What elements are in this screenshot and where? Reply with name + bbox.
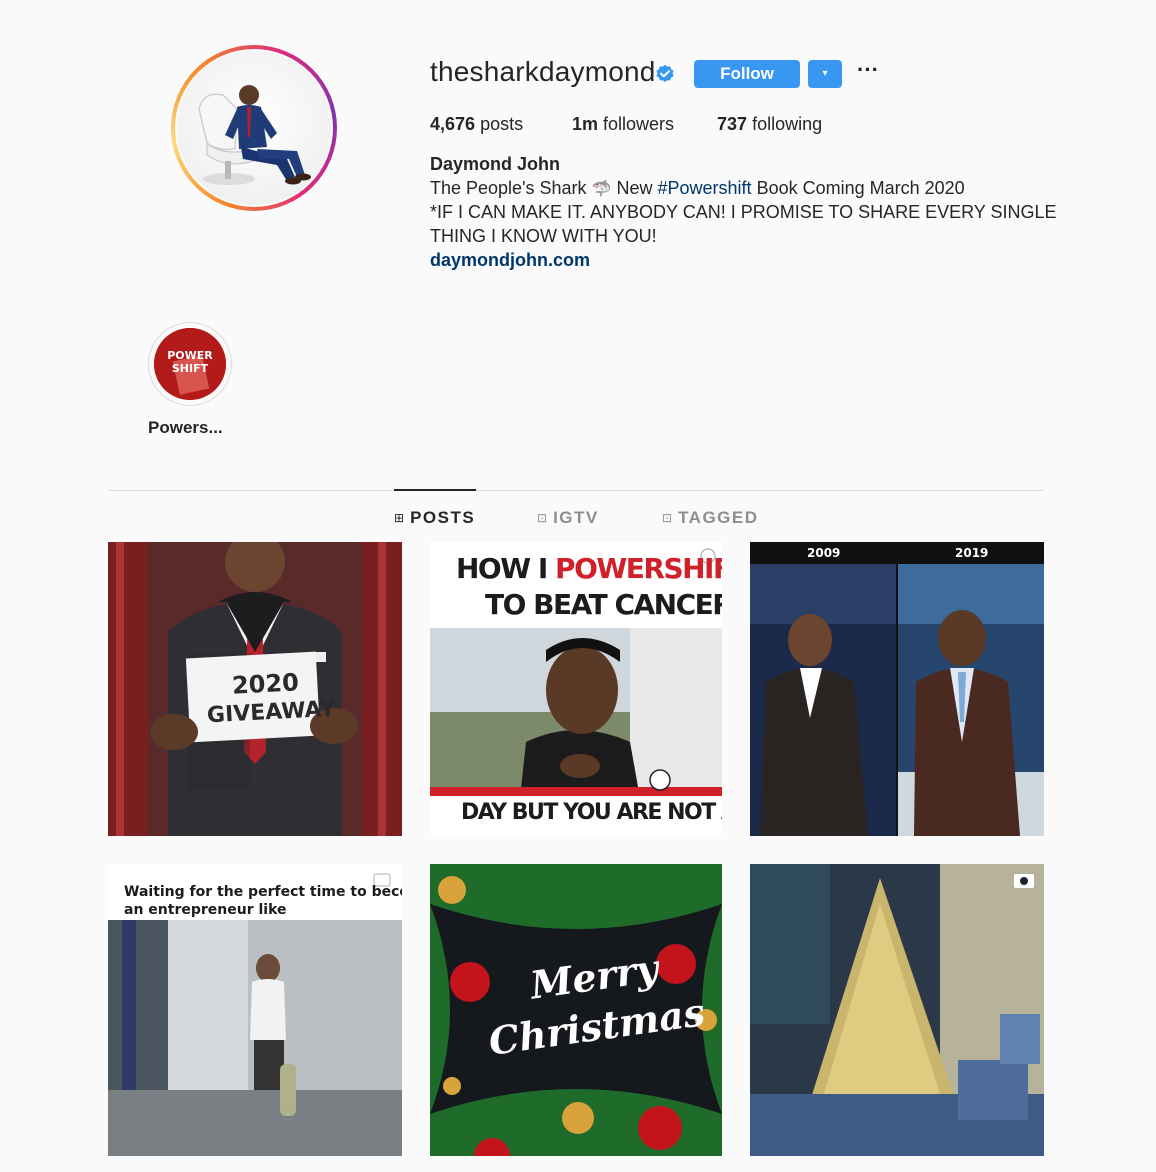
posts-count: 4,676 [430, 114, 476, 134]
follow-button[interactable]: Follow [694, 60, 800, 88]
post-caption-line2: an entrepreneur like [124, 902, 287, 918]
hashtag-link[interactable]: #Powershift [658, 178, 752, 198]
caption-highlight: POWERSHIFTED [555, 552, 722, 585]
more-options-button[interactable]: ··· [856, 57, 880, 88]
caption-text: HOW I [456, 552, 556, 585]
bio-text: The People's Shark [430, 178, 587, 198]
profile-username: thesharkdaymond [430, 56, 656, 87]
post-year-right: 2019 [955, 546, 989, 560]
grid-icon: ⊞ [394, 511, 405, 525]
followers-count: 1m [572, 114, 599, 134]
tagged-icon: ⊡ [662, 511, 673, 525]
profile-full-name: Daymond John [430, 154, 561, 174]
tab-label: TAGGED [678, 508, 759, 527]
igtv-icon: ⊡ [537, 511, 548, 525]
chevron-down-icon: ▾ [822, 68, 828, 79]
post-caption-line1: Waiting for the perfect time to become [124, 884, 402, 900]
post-caption-line1: 2020 [231, 668, 300, 700]
followers-stat[interactable]: 1m followers [572, 114, 674, 135]
post-thumbnail[interactable]: 2020 GIVEAWAY [108, 542, 402, 836]
following-stat[interactable]: 737 following [717, 114, 822, 135]
post-caption-top2: TO BEAT CANCER [485, 588, 722, 621]
ellipsis-icon: ··· [857, 57, 879, 82]
shark-emoji-icon: 🦈 [591, 181, 612, 198]
highlight-cover-line2: SHIFT [172, 362, 209, 375]
highlight-label: Powers... [148, 418, 223, 437]
tab-label: POSTS [410, 508, 476, 527]
bio-line-3: THING I KNOW WITH YOU! [430, 226, 657, 246]
post-thumbnail[interactable]: HOW I POWERSHIFTED TO BEAT CANCER DAY BU… [430, 542, 722, 836]
tab-posts[interactable]: ⊞ POSTS [394, 508, 475, 528]
post-caption-bottom: DAY BUT YOU ARE NOT ALONE [461, 800, 722, 825]
suggested-dropdown-button[interactable]: ▾ [808, 60, 842, 88]
website-link[interactable]: daymondjohn.com [430, 250, 590, 271]
post-year-left: 2009 [807, 546, 841, 560]
bio-line-1: The People's Shark 🦈 New #Powershift Boo… [430, 178, 965, 199]
post-thumbnail[interactable]: Merry Christmas [430, 864, 722, 1156]
profile-avatar[interactable] [171, 45, 337, 211]
video-icon [1018, 872, 1040, 888]
tabs-divider [108, 490, 1044, 491]
followers-label: followers [603, 114, 675, 134]
bio-line-2: *IF I CAN MAKE IT. ANYBODY CAN! I PROMIS… [430, 202, 1057, 222]
following-count: 737 [717, 114, 748, 134]
post-caption-top1: HOW I POWERSHIFTED [456, 552, 722, 585]
verified-badge-icon [656, 64, 674, 82]
posts-stat: 4,676 posts [430, 114, 523, 135]
post-thumbnail[interactable]: Waiting for the perfect time to become a… [108, 864, 402, 1156]
highlight-cover-line1: POWER [167, 349, 213, 362]
active-tab-indicator [394, 489, 476, 491]
story-highlight[interactable]: POWER SHIFT [148, 322, 232, 406]
bio-text: Book Coming March 2020 [756, 178, 965, 198]
post-thumbnail[interactable]: 2009 2019 [750, 542, 1044, 836]
tab-tagged[interactable]: ⊡ TAGGED [662, 508, 759, 528]
following-label: following [752, 114, 823, 134]
highlight-cover: POWER SHIFT [154, 328, 226, 400]
avatar-photo [177, 51, 331, 205]
tab-label: IGTV [553, 508, 599, 527]
posts-label: posts [480, 114, 524, 134]
tab-igtv[interactable]: ⊡ IGTV [537, 508, 599, 528]
post-thumbnail[interactable] [750, 864, 1044, 1156]
bio-text: New [616, 178, 653, 198]
